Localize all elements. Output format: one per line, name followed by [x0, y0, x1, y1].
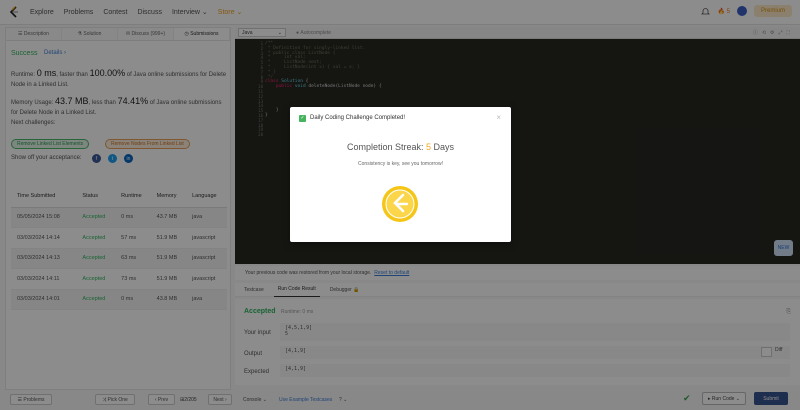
- streak-unit: Days: [431, 142, 455, 152]
- daily-challenge-modal: ✓ Daily Coding Challenge Completed! × Co…: [290, 107, 511, 242]
- modal-header: ✓ Daily Coding Challenge Completed! ×: [290, 107, 511, 129]
- checkbox-icon: ✓: [299, 114, 306, 122]
- modal-title: Daily Coding Challenge Completed!: [310, 115, 406, 121]
- completion-streak: Completion Streak: 5 Days: [290, 142, 511, 152]
- leetcode-medal-icon: [382, 186, 418, 222]
- modal-message: Consistency is key, see you tomorrow!: [358, 161, 443, 167]
- streak-label: Completion Streak:: [346, 142, 426, 152]
- close-icon[interactable]: ×: [496, 113, 501, 122]
